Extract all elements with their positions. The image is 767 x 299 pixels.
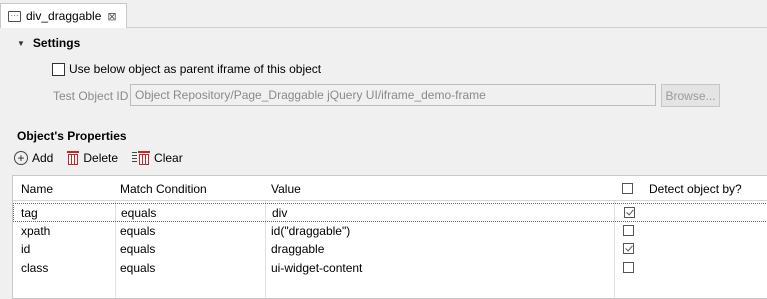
parent-iframe-checkbox[interactable]	[52, 62, 65, 76]
column-header-match-condition[interactable]: Match Condition	[120, 182, 207, 196]
cell-match[interactable]: equals	[120, 224, 155, 238]
properties-toolbar: + Add Delete Clear	[14, 150, 197, 165]
delete-label: Delete	[83, 150, 119, 165]
table-row[interactable]: class equals ui-widget-content	[13, 259, 767, 278]
detect-all-checkbox[interactable]	[622, 183, 633, 194]
properties-title: Object's Properties	[17, 129, 127, 143]
add-label: Add	[32, 150, 54, 165]
settings-section-header[interactable]: ▼ Settings	[17, 36, 80, 50]
cell-name[interactable]: tag	[21, 206, 38, 220]
detect-checkbox[interactable]	[623, 262, 634, 273]
add-icon: +	[14, 150, 28, 165]
tab-title: div_draggable	[26, 9, 102, 23]
test-object-id-label: Test Object ID	[53, 89, 129, 103]
cell-value[interactable]: ui-widget-content	[271, 261, 362, 275]
browse-button: Browse...	[661, 84, 720, 107]
test-object-id-field: Object Repository/Page_Draggable jQuery …	[130, 84, 656, 106]
cell-name[interactable]: xpath	[21, 224, 50, 238]
cell-value[interactable]: div	[272, 206, 287, 220]
cell-name[interactable]: class	[21, 261, 48, 275]
delete-button[interactable]: Delete	[67, 150, 118, 165]
detect-checkbox[interactable]	[623, 225, 634, 236]
detect-checkbox[interactable]	[624, 207, 635, 218]
table-row[interactable]: xpath equals id("draggable")	[13, 222, 767, 241]
tab-div-draggable[interactable]: ··· div_draggable ⊠	[0, 3, 127, 28]
clear-button[interactable]: Clear	[132, 150, 183, 165]
table-header: Name Match Condition Value Detect object…	[13, 176, 767, 201]
trash-icon	[67, 150, 80, 165]
column-header-detect[interactable]: Detect object by?	[649, 182, 742, 196]
cell-match[interactable]: equals	[121, 206, 156, 220]
parent-iframe-label: Use below object as parent iframe of thi…	[69, 62, 322, 76]
column-header-value[interactable]: Value	[271, 182, 301, 196]
properties-table: Name Match Condition Value Detect object…	[12, 175, 767, 299]
cell-match[interactable]: equals	[120, 261, 155, 275]
cell-value[interactable]: draggable	[271, 242, 324, 256]
detect-checkbox[interactable]	[623, 243, 634, 254]
close-icon[interactable]: ⊠	[107, 10, 116, 23]
cell-name[interactable]: id	[21, 242, 30, 256]
add-button[interactable]: + Add	[14, 150, 54, 165]
cell-value[interactable]: id("draggable")	[271, 224, 350, 238]
editor-tab-bar: ··· div_draggable ⊠	[0, 0, 767, 28]
table-row[interactable]: id equals draggable	[13, 240, 767, 259]
cell-match[interactable]: equals	[120, 242, 155, 256]
clear-icon	[132, 150, 151, 165]
column-header-name[interactable]: Name	[21, 182, 53, 196]
object-icon: ···	[8, 10, 21, 22]
clear-label: Clear	[154, 150, 183, 165]
table-row[interactable]: tag equals div	[13, 203, 767, 222]
settings-title: Settings	[32, 36, 81, 50]
parent-iframe-option[interactable]: Use below object as parent iframe of thi…	[52, 62, 321, 76]
chevron-down-icon[interactable]: ▼	[17, 39, 25, 48]
